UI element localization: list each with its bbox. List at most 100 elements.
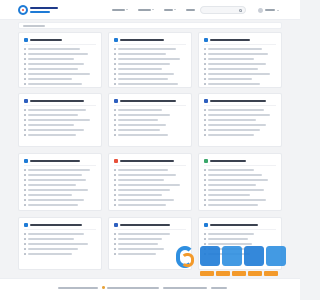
list-item[interactable] (204, 198, 276, 202)
card-header[interactable] (204, 37, 276, 42)
list-item[interactable] (114, 67, 186, 71)
nav-item-2[interactable] (138, 7, 154, 12)
list-item[interactable] (24, 193, 96, 197)
list-item[interactable] (114, 108, 186, 112)
list-item[interactable] (114, 62, 186, 66)
list-item[interactable] (114, 133, 186, 137)
card-header[interactable] (114, 98, 186, 103)
list-item[interactable] (204, 77, 276, 81)
card-header[interactable] (114, 158, 186, 163)
list-item[interactable] (24, 77, 96, 81)
list-item[interactable] (114, 113, 186, 117)
list-item[interactable] (204, 133, 276, 137)
site-logo[interactable] (18, 5, 60, 15)
list-item[interactable] (204, 123, 276, 127)
list-item[interactable] (114, 178, 186, 182)
list-item[interactable] (114, 77, 186, 81)
card-header[interactable] (204, 222, 276, 227)
list-item[interactable] (24, 173, 96, 177)
list-item[interactable] (204, 188, 276, 192)
list-item[interactable] (204, 52, 276, 56)
list-item[interactable] (24, 242, 96, 246)
list-item[interactable] (204, 47, 276, 51)
list-item[interactable] (204, 247, 276, 251)
card-header[interactable] (24, 222, 96, 227)
list-item[interactable] (24, 168, 96, 172)
list-item[interactable] (114, 203, 186, 207)
list-item[interactable] (204, 168, 276, 172)
card-header[interactable] (204, 158, 276, 163)
list-item[interactable] (24, 47, 96, 51)
list-item[interactable] (24, 62, 96, 66)
list-item[interactable] (114, 242, 186, 246)
list-item[interactable] (24, 203, 96, 207)
list-item[interactable] (114, 183, 186, 187)
card-header[interactable] (114, 222, 186, 227)
search-icon[interactable] (239, 9, 242, 12)
list-item[interactable] (114, 237, 186, 241)
list-item[interactable] (114, 52, 186, 56)
user-menu[interactable] (258, 6, 282, 14)
list-item[interactable] (204, 183, 276, 187)
list-item[interactable] (114, 118, 186, 122)
list-item[interactable] (24, 67, 96, 71)
list-item[interactable] (114, 188, 186, 192)
list-item[interactable] (24, 237, 96, 241)
list-item[interactable] (114, 173, 186, 177)
list-item[interactable] (24, 183, 96, 187)
list-item[interactable] (204, 237, 276, 241)
list-item[interactable] (114, 47, 186, 51)
list-item[interactable] (114, 198, 186, 202)
card-header[interactable] (204, 98, 276, 103)
filter-bar[interactable] (18, 22, 282, 29)
list-item[interactable] (114, 72, 186, 76)
list-item[interactable] (24, 82, 96, 86)
list-item[interactable] (24, 52, 96, 56)
search-input[interactable] (200, 6, 246, 14)
list-item[interactable] (204, 193, 276, 197)
list-item[interactable] (114, 252, 186, 256)
list-item[interactable] (114, 82, 186, 86)
list-item[interactable] (114, 193, 186, 197)
footer-police[interactable] (163, 287, 207, 289)
list-item[interactable] (204, 113, 276, 117)
footer-icp[interactable] (107, 287, 159, 289)
list-item[interactable] (24, 57, 96, 61)
list-item[interactable] (204, 82, 276, 86)
list-item[interactable] (114, 247, 186, 251)
list-item[interactable] (204, 108, 276, 112)
list-item[interactable] (114, 57, 186, 61)
nav-item-4[interactable] (186, 7, 195, 12)
list-item[interactable] (204, 118, 276, 122)
list-item[interactable] (204, 232, 276, 236)
list-item[interactable] (114, 123, 186, 127)
list-item[interactable] (24, 232, 96, 236)
footer-links[interactable] (211, 287, 227, 289)
card-header[interactable] (114, 37, 186, 42)
card-header[interactable] (24, 37, 96, 42)
list-item[interactable] (114, 168, 186, 172)
list-item[interactable] (204, 67, 276, 71)
list-item[interactable] (204, 242, 276, 246)
list-item[interactable] (114, 232, 186, 236)
list-item[interactable] (24, 133, 96, 137)
list-item[interactable] (204, 72, 276, 76)
nav-item-3[interactable] (164, 7, 176, 12)
list-item[interactable] (24, 247, 96, 251)
list-item[interactable] (204, 128, 276, 132)
list-item[interactable] (24, 198, 96, 202)
list-item[interactable] (24, 188, 96, 192)
nav-item-1[interactable] (112, 7, 128, 12)
list-item[interactable] (24, 113, 96, 117)
list-item[interactable] (24, 118, 96, 122)
list-item[interactable] (24, 108, 96, 112)
list-item[interactable] (24, 252, 96, 256)
list-item[interactable] (204, 57, 276, 61)
list-item[interactable] (114, 128, 186, 132)
list-item[interactable] (24, 128, 96, 132)
list-item[interactable] (204, 62, 276, 66)
list-item[interactable] (204, 252, 276, 256)
list-item[interactable] (24, 178, 96, 182)
list-item[interactable] (204, 178, 276, 182)
list-item[interactable] (204, 173, 276, 177)
